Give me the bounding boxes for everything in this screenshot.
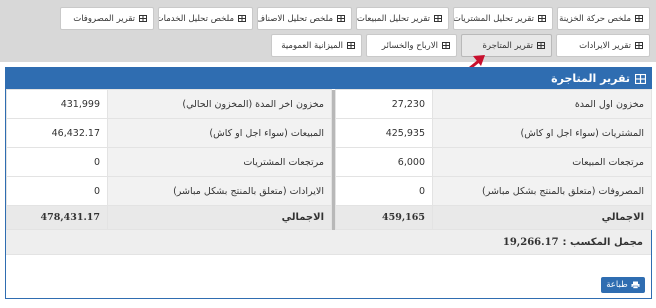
- row-value: 46,432.17: [6, 118, 108, 148]
- tab-label: الميزانية العمومية: [281, 40, 343, 51]
- table-icon: [538, 15, 546, 22]
- gross-profit-value: 19,266.17: [502, 236, 559, 248]
- print-button[interactable]: طباعة: [601, 277, 645, 293]
- tab-revenues-report[interactable]: تقرير الايرادات: [556, 34, 650, 57]
- tab-label: تقرير تحليل المبيعات: [356, 13, 430, 24]
- table-row: المصروفات (متعلق بالمنتج بشكل مباشر) 0 ا…: [6, 176, 652, 206]
- tab-purchases-analysis[interactable]: تقرير تحليل المشتريات: [453, 7, 553, 30]
- row-label: مرتجعات المشتريات: [107, 147, 332, 177]
- tab-sales-analysis[interactable]: تقرير تحليل المبيعات: [356, 7, 449, 30]
- total-value: 459,165: [335, 205, 433, 230]
- tab-label: تقرير الايرادات: [579, 40, 631, 51]
- panel-header: تقرير المتاجرة: [6, 68, 651, 89]
- row-label: المشتريات (سواء اجل او كاش): [432, 118, 652, 148]
- row-label: الايرادات (متعلق بالمنتج بشكل مباشر): [107, 176, 332, 206]
- table-icon: [238, 15, 246, 22]
- tab-cash-movement-summary[interactable]: ملخص حركة الخزينة: [557, 7, 650, 30]
- table-icon: [635, 42, 643, 49]
- row-value: 425,935: [335, 118, 433, 148]
- printer-icon: [631, 281, 640, 289]
- table-icon: [635, 15, 643, 22]
- column-divider: [331, 147, 336, 177]
- tab-label: تقرير المصروفات: [73, 13, 135, 24]
- total-row: الاجمالي 459,165 الاجمالي 478,431.17: [6, 205, 652, 230]
- column-divider: [331, 205, 336, 230]
- row-label: المبيعات (سواء اجل او كاش): [107, 118, 332, 148]
- row-label: مرتجعات المبيعات: [432, 147, 652, 177]
- row-value: 0: [335, 176, 433, 206]
- tab-label: ملخص تحليل الاصناف: [257, 13, 333, 24]
- tab-items-analysis-summary[interactable]: ملخص تحليل الاصناف: [257, 7, 352, 30]
- gross-profit-label: مجمل المكسب :: [562, 236, 643, 248]
- tab-label: ملخص تحليل الخدمات: [158, 13, 234, 24]
- table-icon: [347, 42, 355, 49]
- row-value: 0: [6, 176, 108, 206]
- tab-label: ملخص حركة الخزينة: [559, 13, 631, 24]
- table-icon: [434, 15, 442, 22]
- row-label: مخزون اخر المدة (المخزون الحالي): [107, 89, 332, 119]
- tab-services-analysis-summary[interactable]: ملخص تحليل الخدمات: [158, 7, 253, 30]
- row-value: 27,230: [335, 89, 433, 119]
- table-row: المشتريات (سواء اجل او كاش) 425,935 المب…: [6, 118, 652, 148]
- tab-label: تقرير تحليل المشتريات: [453, 13, 534, 24]
- total-label: الاجمالي: [107, 205, 332, 230]
- panel-title: تقرير المتاجرة: [551, 72, 630, 85]
- tab-balance-sheet[interactable]: الميزانية العمومية: [271, 34, 362, 57]
- row-label: مخزون اول المدة: [432, 89, 652, 119]
- column-divider: [331, 176, 336, 206]
- report-tabs-bar: ملخص حركة الخزينة تقرير تحليل المشتريات …: [0, 0, 656, 62]
- table-icon: [139, 15, 147, 22]
- gross-profit-row: مجمل المكسب : 19,266.17: [6, 230, 651, 255]
- row-value: 6,000: [335, 147, 433, 177]
- tab-expenses-report[interactable]: تقرير المصروفات: [60, 7, 154, 30]
- print-button-label: طباعة: [606, 280, 628, 290]
- column-divider: [331, 89, 336, 119]
- column-divider: [331, 118, 336, 148]
- table-icon: [635, 73, 646, 84]
- row-value: 0: [6, 147, 108, 177]
- tab-label: الارباح والخسائر: [381, 40, 438, 51]
- total-value: 478,431.17: [6, 205, 108, 230]
- trading-report-panel: تقرير المتاجرة مخزون اول المدة 27,230 مخ…: [5, 67, 652, 299]
- table-icon: [337, 15, 345, 22]
- row-value: 431,999: [6, 89, 108, 119]
- row-label: المصروفات (متعلق بالمنتج بشكل مباشر): [432, 176, 652, 206]
- total-label: الاجمالي: [432, 205, 652, 230]
- table-row: مخزون اول المدة 27,230 مخزون اخر المدة (…: [6, 89, 652, 119]
- trading-report-table: مخزون اول المدة 27,230 مخزون اخر المدة (…: [6, 89, 652, 230]
- table-icon: [537, 42, 545, 49]
- table-row: مرتجعات المبيعات 6,000 مرتجعات المشتريات…: [6, 147, 652, 177]
